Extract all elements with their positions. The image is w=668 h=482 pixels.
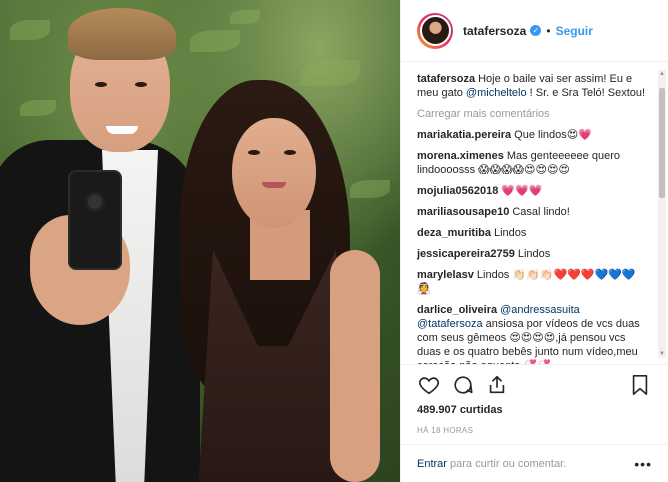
caption-text-end: ! Sr. e Sra Teló! Sextou! bbox=[526, 87, 646, 99]
eye bbox=[284, 150, 296, 155]
foliage bbox=[350, 180, 390, 198]
comment-mention[interactable]: @andressasuita bbox=[500, 304, 580, 316]
comment-icon[interactable] bbox=[451, 373, 475, 397]
post-side-panel: tatafersoza ✓ • Seguir tatafersoza Hoje o… bbox=[400, 0, 668, 482]
comment: morena.ximenes Mas genteeeeee quero lindo… bbox=[417, 149, 646, 177]
comment-text: Casal lindo! bbox=[512, 206, 570, 218]
login-link[interactable]: Entrar bbox=[417, 458, 447, 470]
comment: marylelasv Lindos 👏🏻👏🏻👏🏻❤️❤️❤️💙💙💙👰 bbox=[417, 268, 646, 296]
avatar bbox=[419, 15, 451, 46]
caption-username[interactable]: tatafersoza bbox=[417, 73, 475, 85]
smile bbox=[106, 126, 138, 134]
eye bbox=[95, 82, 107, 87]
woman-face bbox=[232, 118, 316, 228]
share-icon[interactable] bbox=[485, 373, 509, 397]
foliage bbox=[230, 10, 260, 24]
bookmark-icon[interactable] bbox=[628, 373, 652, 397]
comment-text: Que lindos😍💗 bbox=[514, 129, 592, 141]
scrollbar-thumb[interactable] bbox=[659, 88, 665, 198]
scroll-down-icon[interactable]: ▼ bbox=[658, 350, 666, 358]
comment: darlice_oliveira @andressasuita @tataferso… bbox=[417, 303, 646, 364]
verified-icon: ✓ bbox=[530, 25, 542, 36]
instagram-post: tatafersoza ✓ • Seguir tatafersoza Hoje o… bbox=[0, 0, 668, 482]
comment-username[interactable]: deza_muritiba bbox=[417, 227, 491, 239]
action-bar bbox=[401, 364, 668, 404]
comment: jessicapereira2759 Lindos bbox=[417, 247, 646, 261]
comments-scrollbar[interactable]: ▲ ▼ bbox=[658, 70, 666, 358]
follow-button[interactable]: Seguir bbox=[556, 24, 593, 38]
comment: mojulia0562018 💗💗💗 bbox=[417, 184, 646, 198]
woman-arm bbox=[330, 250, 380, 482]
post-header: tatafersoza ✓ • Seguir bbox=[401, 0, 668, 62]
scroll-up-icon[interactable]: ▲ bbox=[658, 70, 666, 78]
likes-count[interactable]: 489.907 curtidas bbox=[401, 404, 668, 422]
comment-username[interactable]: mariliasousape10 bbox=[417, 206, 509, 218]
comment-text: 💗💗💗 bbox=[501, 185, 543, 197]
author-username[interactable]: tatafersoza bbox=[463, 24, 526, 38]
comment-text: Lindos bbox=[493, 227, 527, 239]
comment: deza_muritiba Lindos bbox=[417, 226, 646, 240]
post-caption: tatafersoza Hoje o baile vai ser assim! E… bbox=[417, 72, 646, 100]
comment-username[interactable]: marylelasv bbox=[417, 269, 474, 281]
comment-username[interactable]: darlice_oliveira bbox=[417, 304, 497, 316]
comment-username[interactable]: mariakatia.pereira bbox=[417, 129, 511, 141]
man-hair bbox=[68, 8, 176, 60]
post-timestamp: HÁ 18 HORAS bbox=[417, 426, 474, 435]
caption-mention[interactable]: @micheltelo bbox=[466, 87, 527, 99]
add-comment-bar: Entrar para curtir ou comentar. ••• bbox=[401, 444, 668, 482]
comment-username[interactable]: jessicapereira2759 bbox=[417, 248, 515, 260]
eye bbox=[248, 150, 260, 155]
load-more-comments[interactable]: Carregar mais comentários bbox=[417, 108, 646, 120]
more-options-icon[interactable]: ••• bbox=[634, 456, 652, 472]
comment-text: Lindos bbox=[517, 248, 551, 260]
login-prompt: Entrar para curtir ou comentar. bbox=[417, 458, 634, 470]
phone bbox=[68, 170, 122, 270]
post-photo[interactable] bbox=[0, 0, 400, 482]
lips bbox=[262, 182, 286, 188]
phone-camera-icon bbox=[85, 192, 105, 212]
login-prompt-text: para curtir ou comentar. bbox=[446, 457, 567, 470]
comment: mariakatia.pereira Que lindos😍💗 bbox=[417, 128, 646, 142]
comment-username[interactable]: morena.ximenes bbox=[417, 150, 504, 162]
comment: mariliasousape10 Casal lindo! bbox=[417, 205, 646, 219]
foliage bbox=[20, 100, 56, 116]
author-avatar[interactable] bbox=[417, 12, 453, 49]
heart-icon[interactable] bbox=[417, 373, 441, 397]
foliage bbox=[300, 60, 360, 86]
comments-section[interactable]: tatafersoza Hoje o baile vai ser assim! E… bbox=[401, 62, 668, 364]
comment-mention[interactable]: @tatafersoza bbox=[417, 318, 483, 330]
comment-username[interactable]: mojulia0562018 bbox=[417, 185, 498, 197]
foliage bbox=[10, 20, 50, 40]
separator-dot: • bbox=[546, 23, 551, 38]
foliage bbox=[190, 30, 240, 52]
eye bbox=[135, 82, 147, 87]
